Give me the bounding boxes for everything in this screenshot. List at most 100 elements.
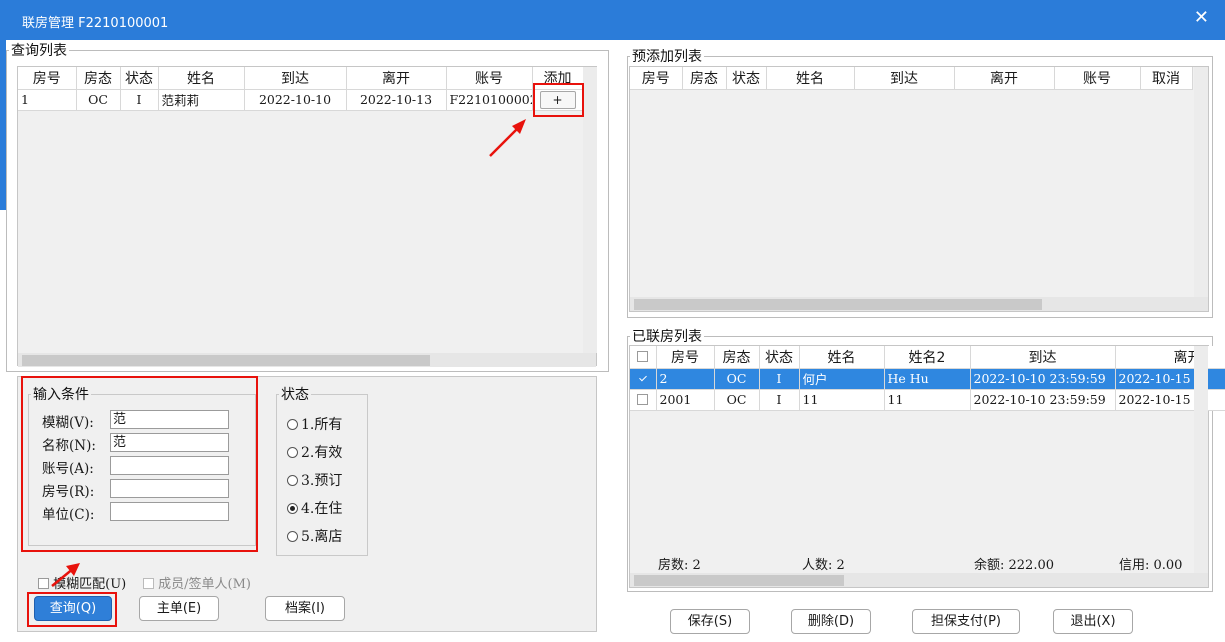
cell-room-state: OC [714, 368, 760, 390]
column-header[interactable]: 到达 [244, 67, 347, 90]
radio-dot[interactable] [287, 447, 298, 458]
radio-dot[interactable] [287, 475, 298, 486]
status-radio-option[interactable]: 4.在住 [287, 498, 342, 518]
status-radio-option[interactable]: 1.所有 [287, 414, 342, 434]
column-header[interactable]: 离开 [954, 67, 1055, 90]
radio-label: 5.离店 [301, 529, 343, 545]
column-header[interactable]: 状态 [759, 346, 800, 369]
row-checkbox[interactable] [637, 394, 649, 405]
column-header[interactable]: 账号 [1054, 67, 1141, 90]
exit-button[interactable]: 退出(X) [1053, 609, 1133, 634]
cell-arrive: 2022-10-10 23:59:59 [970, 389, 1116, 411]
column-header[interactable]: 房态 [76, 67, 121, 90]
query-vscroll[interactable] [583, 67, 597, 353]
cell-name: 范莉莉 [158, 89, 245, 111]
query-hscroll[interactable] [18, 353, 596, 367]
radio-label: 4.在住 [301, 501, 343, 517]
member-signer-checkbox[interactable]: 成员/签单人(M) [143, 573, 251, 592]
delete-button[interactable]: 删除(D) [791, 609, 871, 634]
status-radio-option[interactable]: 5.离店 [287, 526, 342, 546]
cell-status: I [759, 368, 800, 390]
table-row[interactable]: 2 OC I 何户 He Hu 2022-10-10 23:59:59 2022-10-15 [630, 368, 1225, 390]
linked-table: 房号 房态 状态 姓名 姓名2 到达 离开 2 OC I 何户 He Hu 2022-10-10 23… [630, 346, 1225, 411]
pre-add-hscroll[interactable] [630, 297, 1208, 311]
add-highlight-box [533, 83, 584, 117]
input-highlight-box [21, 376, 258, 552]
radio-label: 3.预订 [301, 473, 343, 489]
cell-select[interactable] [630, 368, 657, 390]
column-header[interactable]: 到达 [970, 346, 1116, 369]
arrow-to-add-icon [489, 119, 526, 157]
save-button[interactable]: 保存(S) [670, 609, 750, 634]
column-header[interactable]: 状态 [726, 67, 767, 90]
balance-amount: 余额: 222.00 [974, 558, 1054, 573]
column-header[interactable]: 取消 [1140, 67, 1193, 90]
cell-room-state: OC [76, 89, 121, 111]
cell-depart: 2022-10-15 [1115, 389, 1225, 411]
cell-room: 2001 [656, 389, 715, 411]
cell-name2: 11 [884, 389, 971, 411]
query-list-grid: 房号 房态 状态 姓名 到达 离开 账号 添加 1 OC I 范莉莉 2022-10-10 2022-1… [17, 66, 597, 367]
query-table: 房号 房态 状态 姓名 到达 离开 账号 添加 1 OC I 范莉莉 2022-10-10 2022-1… [18, 67, 584, 111]
radio-dot[interactable] [287, 419, 298, 430]
cell-arrive: 2022-10-10 [244, 89, 347, 111]
linked-hscroll-thumb[interactable] [634, 575, 844, 586]
cell-room: 2 [656, 368, 715, 390]
column-header[interactable]: 账号 [446, 67, 533, 90]
column-header[interactable]: 房态 [714, 346, 760, 369]
status-radio-option[interactable]: 3.预订 [287, 470, 342, 490]
linked-grid: 房号 房态 状态 姓名 姓名2 到达 离开 2 OC I 何户 He Hu 2022-10-10 23… [629, 345, 1225, 588]
column-header[interactable]: 房态 [682, 67, 727, 90]
column-header[interactable]: 离开 [1115, 346, 1225, 369]
arrow-to-input-icon [51, 563, 80, 587]
window-title: 联房管理 F2210100001 [22, 16, 169, 31]
member-signer-box[interactable] [143, 578, 154, 589]
people-count: 人数: 2 [802, 558, 845, 573]
column-header[interactable]: 房号 [656, 346, 715, 369]
rooms-count: 房数: 2 [658, 558, 701, 573]
master-button[interactable]: 主单(E) [139, 596, 219, 621]
column-header[interactable]: 房号 [18, 67, 77, 90]
cell-name2: He Hu [884, 368, 971, 390]
profile-button[interactable]: 档案(I) [265, 596, 345, 621]
pre-add-grid: 房号 房态 状态 姓名 到达 离开 账号 取消 [629, 66, 1209, 312]
column-header[interactable]: 姓名 [766, 67, 855, 90]
status-radio-option[interactable]: 2.有效 [287, 442, 342, 462]
column-header[interactable]: 姓名 [799, 346, 885, 369]
select-all-checkbox[interactable] [637, 350, 649, 362]
cell-select[interactable] [630, 389, 657, 411]
query-highlight-box [27, 592, 117, 627]
cell-account: F2210100002 [446, 89, 533, 111]
table-row[interactable]: 2001 OC I 11 11 2022-10-10 23:59:59 2022-10-15 [630, 389, 1225, 411]
radio-label: 2.有效 [301, 445, 343, 461]
column-header[interactable]: 到达 [854, 67, 955, 90]
table-row[interactable]: 1 OC I 范莉莉 2022-10-10 2022-10-13 F2210100002 + [18, 89, 584, 111]
member-signer-label: 成员/签单人(M) [158, 577, 251, 592]
select-all-header[interactable] [630, 346, 657, 369]
linked-vscroll[interactable] [1194, 346, 1208, 573]
radio-dot[interactable] [287, 503, 298, 514]
linked-list-legend: 已联房列表 [632, 329, 702, 345]
close-icon[interactable]: ✕ [1194, 8, 1209, 28]
credit-amount: 信用: 0.00 [1119, 558, 1183, 573]
query-hscroll-thumb[interactable] [22, 355, 430, 366]
column-header[interactable]: 姓名2 [884, 346, 971, 369]
column-header[interactable]: 房号 [630, 67, 683, 90]
title-bar: 联房管理 F2210100001 ✕ [0, 0, 1225, 40]
guarantee-pay-button[interactable]: 担保支付(P) [912, 609, 1020, 634]
cell-status: I [120, 89, 159, 111]
row-checkbox[interactable] [637, 373, 649, 384]
cell-name: 11 [799, 389, 885, 411]
column-header[interactable]: 离开 [346, 67, 447, 90]
cell-room-state: OC [714, 389, 760, 411]
column-header[interactable]: 姓名 [158, 67, 245, 90]
cell-depart: 2022-10-15 [1115, 368, 1225, 390]
linked-hscroll[interactable] [630, 573, 1208, 587]
pre-add-hscroll-thumb[interactable] [634, 299, 1042, 310]
cell-name: 何户 [799, 368, 885, 390]
column-header[interactable]: 状态 [120, 67, 159, 90]
cell-room: 1 [18, 89, 77, 111]
pre-add-vscroll[interactable] [1194, 67, 1208, 297]
radio-dot[interactable] [287, 531, 298, 542]
status-legend: 状态 [281, 387, 309, 403]
